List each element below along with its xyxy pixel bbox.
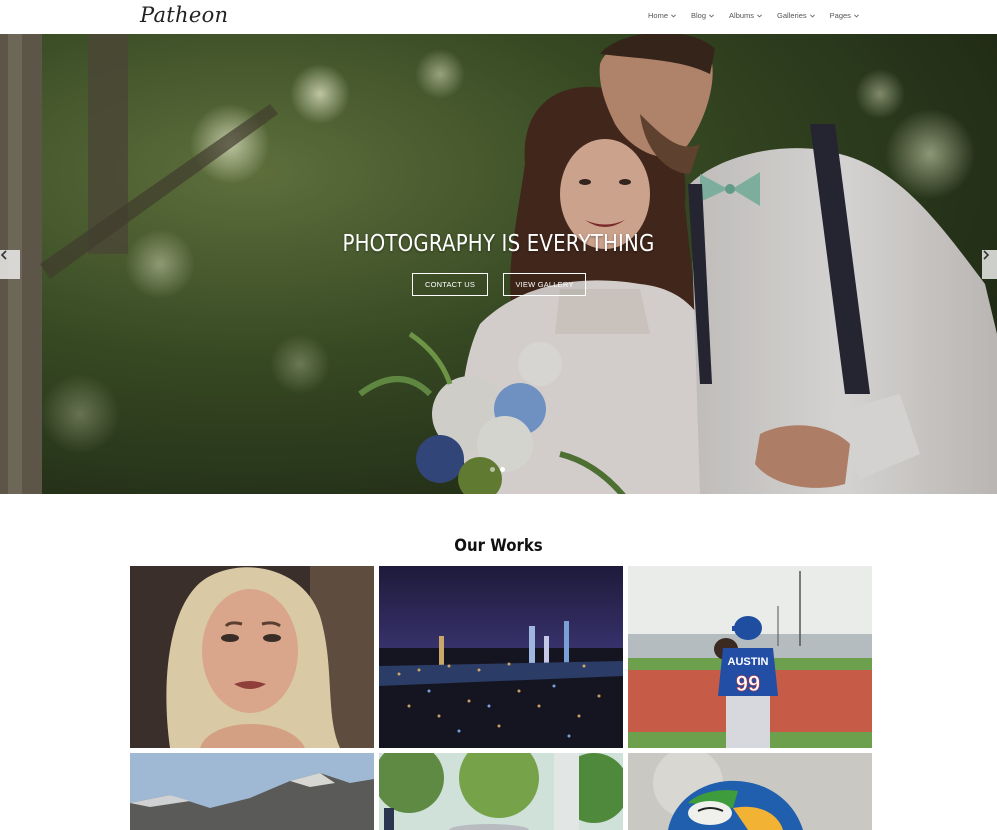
- view-gallery-button[interactable]: VIEW GALLERY: [503, 273, 586, 296]
- jersey-name: AUSTIN: [728, 656, 769, 668]
- gallery-item-mountains[interactable]: [130, 753, 374, 830]
- contact-us-button[interactable]: CONTACT US: [412, 273, 488, 296]
- nav-item-blog[interactable]: Blog: [691, 11, 715, 20]
- slider-prev-button[interactable]: [0, 250, 20, 279]
- gallery-item-baseball[interactable]: AUSTIN 99: [628, 566, 872, 748]
- chevron-right-icon: [983, 250, 990, 260]
- nav-label: Home: [648, 11, 669, 20]
- nav-item-albums[interactable]: Albums: [729, 11, 763, 20]
- nav-item-galleries[interactable]: Galleries: [777, 11, 816, 20]
- slider-dots: [490, 467, 505, 472]
- chevron-down-icon: [854, 14, 859, 18]
- nav-label: Pages: [829, 11, 851, 20]
- nav-label: Blog: [691, 11, 707, 20]
- works-title: Our Works: [454, 536, 543, 556]
- nav-item-pages[interactable]: Pages: [830, 11, 860, 20]
- main-nav: Home Blog Albums Galleries Pages: [648, 11, 860, 20]
- gallery-item-city-night[interactable]: [379, 566, 623, 748]
- nav-item-home[interactable]: Home: [648, 11, 677, 20]
- chevron-left-icon: [0, 250, 7, 260]
- chevron-down-icon: [709, 14, 714, 18]
- portrait-photo: [130, 566, 374, 748]
- gallery-item-parrot[interactable]: [628, 753, 872, 830]
- jersey-number: 99: [736, 671, 760, 696]
- chevron-down-icon: [757, 14, 762, 18]
- site-header: Patheon Home Blog Albums Galleries Pages: [0, 0, 997, 34]
- chevron-down-icon: [671, 14, 676, 18]
- slider-dot-active[interactable]: [500, 467, 505, 472]
- parrot-photo: [628, 753, 872, 830]
- gallery-item-park[interactable]: [379, 753, 623, 830]
- slider-dot[interactable]: [490, 467, 495, 472]
- gallery-item-portrait[interactable]: [130, 566, 374, 748]
- slider-next-button[interactable]: [982, 250, 997, 279]
- site-logo[interactable]: Patheon: [140, 3, 228, 27]
- hero-title: PHOTOGRAPHY IS EVERYTHING: [342, 231, 655, 257]
- park-photo: [379, 753, 623, 830]
- nav-label: Albums: [729, 11, 755, 20]
- city-night-photo: [379, 566, 623, 748]
- hero-image: [0, 34, 997, 494]
- chevron-down-icon: [809, 14, 815, 18]
- mountains-photo: [130, 753, 374, 830]
- baseball-photo: AUSTIN 99: [628, 566, 872, 748]
- hero-slider: PHOTOGRAPHY IS EVERYTHING CONTACT US VIE…: [0, 34, 997, 494]
- nav-label: Galleries: [777, 11, 807, 20]
